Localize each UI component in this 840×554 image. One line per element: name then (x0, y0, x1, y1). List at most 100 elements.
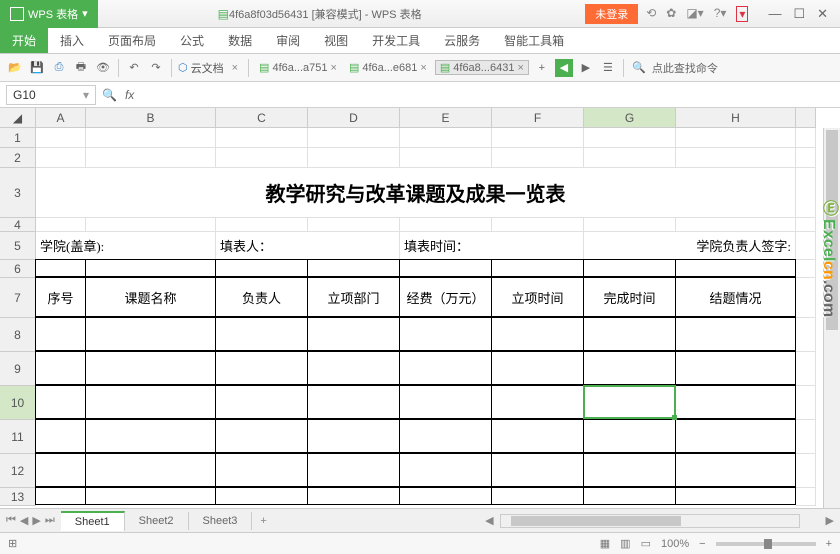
sync-icon[interactable]: ⟲ (646, 6, 656, 22)
hscroll-left-icon[interactable]: ◀ (479, 514, 499, 527)
row-header-9[interactable]: 9 (0, 352, 36, 386)
cell[interactable] (491, 487, 584, 505)
zoom-slider[interactable] (716, 542, 816, 546)
cell[interactable] (796, 318, 816, 352)
export-icon[interactable]: ⎙ (50, 59, 68, 77)
row-header-8[interactable]: 8 (0, 318, 36, 352)
cell[interactable] (492, 128, 584, 148)
cell[interactable] (35, 453, 86, 487)
row-header-11[interactable]: 11 (0, 420, 36, 454)
hscroll-right-icon[interactable]: ▶ (820, 514, 840, 527)
row-header-10[interactable]: 10 (0, 386, 36, 420)
ribbon-tab-insert[interactable]: 插入 (48, 28, 96, 53)
red-box-icon[interactable]: ▾ (736, 6, 748, 22)
fx-search-icon[interactable]: 🔍 (102, 88, 117, 102)
sheet-tab-1[interactable]: Sheet1 (61, 511, 125, 531)
signer-label[interactable]: 学院负责人签字: (584, 232, 796, 260)
cell[interactable] (796, 278, 816, 318)
cell[interactable] (85, 385, 216, 419)
login-badge[interactable]: 未登录 (585, 4, 638, 24)
cell[interactable] (307, 259, 400, 277)
spreadsheet-grid[interactable]: ◢ A B C D E F G H 1 2 3 教学研究与改革课题及成果一览表 … (0, 108, 840, 506)
college-label[interactable]: 学院(盖章): (36, 232, 216, 260)
app-dropdown-icon[interactable]: ▾ (82, 7, 88, 20)
redo-icon[interactable]: ↷ (147, 59, 165, 77)
cell[interactable] (491, 453, 584, 487)
cell[interactable] (215, 385, 308, 419)
name-box[interactable]: G10 ▾ (6, 85, 96, 105)
cell[interactable] (796, 420, 816, 454)
cell[interactable] (584, 128, 676, 148)
cell[interactable] (675, 351, 796, 385)
row-header-2[interactable]: 2 (0, 148, 36, 168)
preview-icon[interactable]: 👁 (94, 59, 112, 77)
cell[interactable] (86, 128, 216, 148)
row-header-1[interactable]: 1 (0, 128, 36, 148)
cell[interactable] (35, 317, 86, 351)
cell[interactable] (491, 419, 584, 453)
hdr-seq[interactable]: 序号 (35, 277, 86, 317)
cell[interactable] (583, 317, 676, 351)
cell[interactable] (796, 488, 816, 506)
cell[interactable] (675, 259, 796, 277)
cell[interactable] (85, 453, 216, 487)
open-icon[interactable]: 📂 (6, 59, 24, 77)
cell[interactable] (215, 259, 308, 277)
sheet-tab-3[interactable]: Sheet3 (189, 512, 253, 530)
ribbon-tab-review[interactable]: 审阅 (264, 28, 312, 53)
cell[interactable] (308, 148, 400, 168)
cell[interactable] (35, 419, 86, 453)
sheet-nav-last-icon[interactable]: ⏭ (45, 514, 55, 527)
cell[interactable] (583, 453, 676, 487)
cell[interactable] (399, 259, 492, 277)
hscroll-thumb[interactable] (511, 516, 681, 526)
cell[interactable] (399, 487, 492, 505)
hdr-status[interactable]: 结题情况 (675, 277, 796, 317)
add-tab-icon[interactable]: + (533, 59, 551, 77)
cell[interactable] (36, 218, 86, 232)
cell[interactable] (491, 317, 584, 351)
close-button[interactable]: ✕ (817, 6, 828, 22)
cell[interactable] (35, 487, 86, 505)
col-header-e[interactable]: E (400, 108, 492, 128)
cell[interactable] (796, 260, 816, 278)
cell[interactable] (796, 386, 816, 420)
col-header-f[interactable]: F (492, 108, 584, 128)
select-all-corner[interactable]: ◢ (0, 108, 36, 128)
undo-icon[interactable]: ↶ (125, 59, 143, 77)
cell[interactable] (216, 148, 308, 168)
cell[interactable] (584, 218, 676, 232)
tab-close-1[interactable]: × (331, 62, 337, 74)
ribbon-tab-view[interactable]: 视图 (312, 28, 360, 53)
cell[interactable] (86, 148, 216, 168)
hdr-dept[interactable]: 立项部门 (307, 277, 400, 317)
cell[interactable] (796, 232, 816, 260)
cell[interactable] (400, 128, 492, 148)
save-icon[interactable]: 💾 (28, 59, 46, 77)
zoom-out-icon[interactable]: − (699, 538, 705, 550)
ribbon-tab-data[interactable]: 数据 (216, 28, 264, 53)
cell[interactable] (35, 259, 86, 277)
settings-icon[interactable]: ✿ (666, 6, 676, 22)
row-header-5[interactable]: 5 (0, 232, 36, 260)
ribbon-tab-cloud[interactable]: 云服务 (432, 28, 492, 53)
cell[interactable] (583, 351, 676, 385)
ribbon-tab-dev[interactable]: 开发工具 (360, 28, 432, 53)
cell[interactable] (796, 352, 816, 386)
cell[interactable] (676, 218, 796, 232)
help-icon[interactable]: ?▾ (714, 6, 727, 22)
cell[interactable] (399, 351, 492, 385)
cell[interactable] (86, 218, 216, 232)
cell[interactable] (796, 168, 816, 218)
cell[interactable] (307, 487, 400, 505)
cell[interactable] (491, 385, 584, 419)
cell[interactable] (307, 453, 400, 487)
status-page-icon[interactable]: ⊞ (8, 537, 17, 550)
row-header-3[interactable]: 3 (0, 168, 36, 218)
cell[interactable] (307, 317, 400, 351)
cell[interactable] (215, 419, 308, 453)
col-header-g[interactable]: G (584, 108, 676, 128)
filler-label[interactable]: 填表人： (216, 232, 400, 260)
cell[interactable] (399, 453, 492, 487)
ribbon-tab-layout[interactable]: 页面布局 (96, 28, 168, 53)
